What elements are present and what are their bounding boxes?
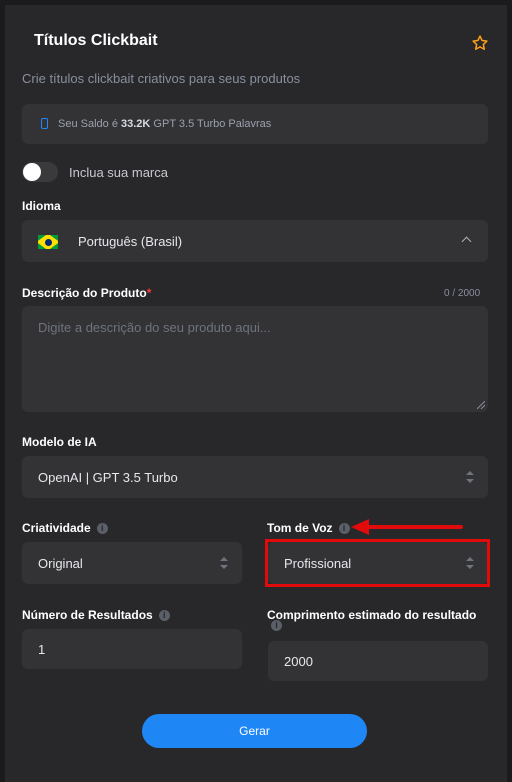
- tone-label: Tom de Voz i: [267, 521, 350, 535]
- annotation-arrow-icon: [351, 519, 463, 535]
- length-label: Comprimento estimado do resultado: [267, 608, 477, 622]
- model-value: OpenAI | GPT 3.5 Turbo: [38, 470, 178, 485]
- language-select[interactable]: Português (Brasil): [22, 220, 488, 262]
- description-placeholder: Digite a descrição do seu produto aqui..…: [38, 320, 271, 335]
- generate-button[interactable]: Gerar: [142, 714, 367, 748]
- creativity-value: Original: [38, 556, 83, 571]
- info-icon[interactable]: i: [158, 610, 170, 622]
- balance-box: Seu Saldo é 33.2K GPT 3.5 Turbo Palavras: [22, 104, 488, 144]
- resize-handle-icon[interactable]: [477, 401, 485, 409]
- balance-amount: 33.2K: [121, 118, 151, 130]
- length-value: 2000: [284, 654, 313, 669]
- star-icon[interactable]: [471, 34, 489, 52]
- results-input[interactable]: 1: [22, 629, 242, 669]
- toggle-knob: [23, 163, 41, 181]
- info-icon[interactable]: i: [338, 523, 350, 535]
- model-select[interactable]: OpenAI | GPT 3.5 Turbo: [22, 456, 488, 498]
- language-label: Idioma: [22, 199, 61, 213]
- updown-icon: [220, 557, 228, 569]
- results-value: 1: [38, 642, 46, 657]
- length-input[interactable]: 2000: [268, 641, 488, 681]
- language-value: Português (Brasil): [78, 234, 183, 249]
- required-mark: *: [146, 286, 152, 300]
- info-icon[interactable]: i: [96, 523, 108, 535]
- brazil-flag-icon: [38, 235, 58, 249]
- char-counter: 0 / 2000: [444, 288, 481, 299]
- description-label: Descrição do Produto*: [22, 286, 152, 300]
- creativity-label: Criatividade i: [22, 521, 108, 535]
- brand-toggle-label: Inclua sua marca: [69, 165, 168, 180]
- phone-icon: [41, 118, 48, 129]
- info-icon[interactable]: i: [271, 620, 282, 631]
- chevron-up-icon: [461, 236, 472, 247]
- annotation-highlight-box: [265, 539, 490, 587]
- creativity-select[interactable]: Original: [22, 542, 242, 584]
- brand-toggle[interactable]: [22, 162, 58, 182]
- model-label: Modelo de IA: [22, 435, 97, 449]
- updown-icon: [466, 471, 474, 483]
- results-label: Número de Resultados i: [22, 608, 170, 622]
- balance-text: Seu Saldo é 33.2K GPT 3.5 Turbo Palavras: [58, 118, 272, 130]
- description-textarea[interactable]: Digite a descrição do seu produto aqui..…: [22, 306, 488, 412]
- page-subtitle: Crie títulos clickbait criativos para se…: [22, 71, 301, 86]
- page-title: Títulos Clickbait: [34, 32, 158, 49]
